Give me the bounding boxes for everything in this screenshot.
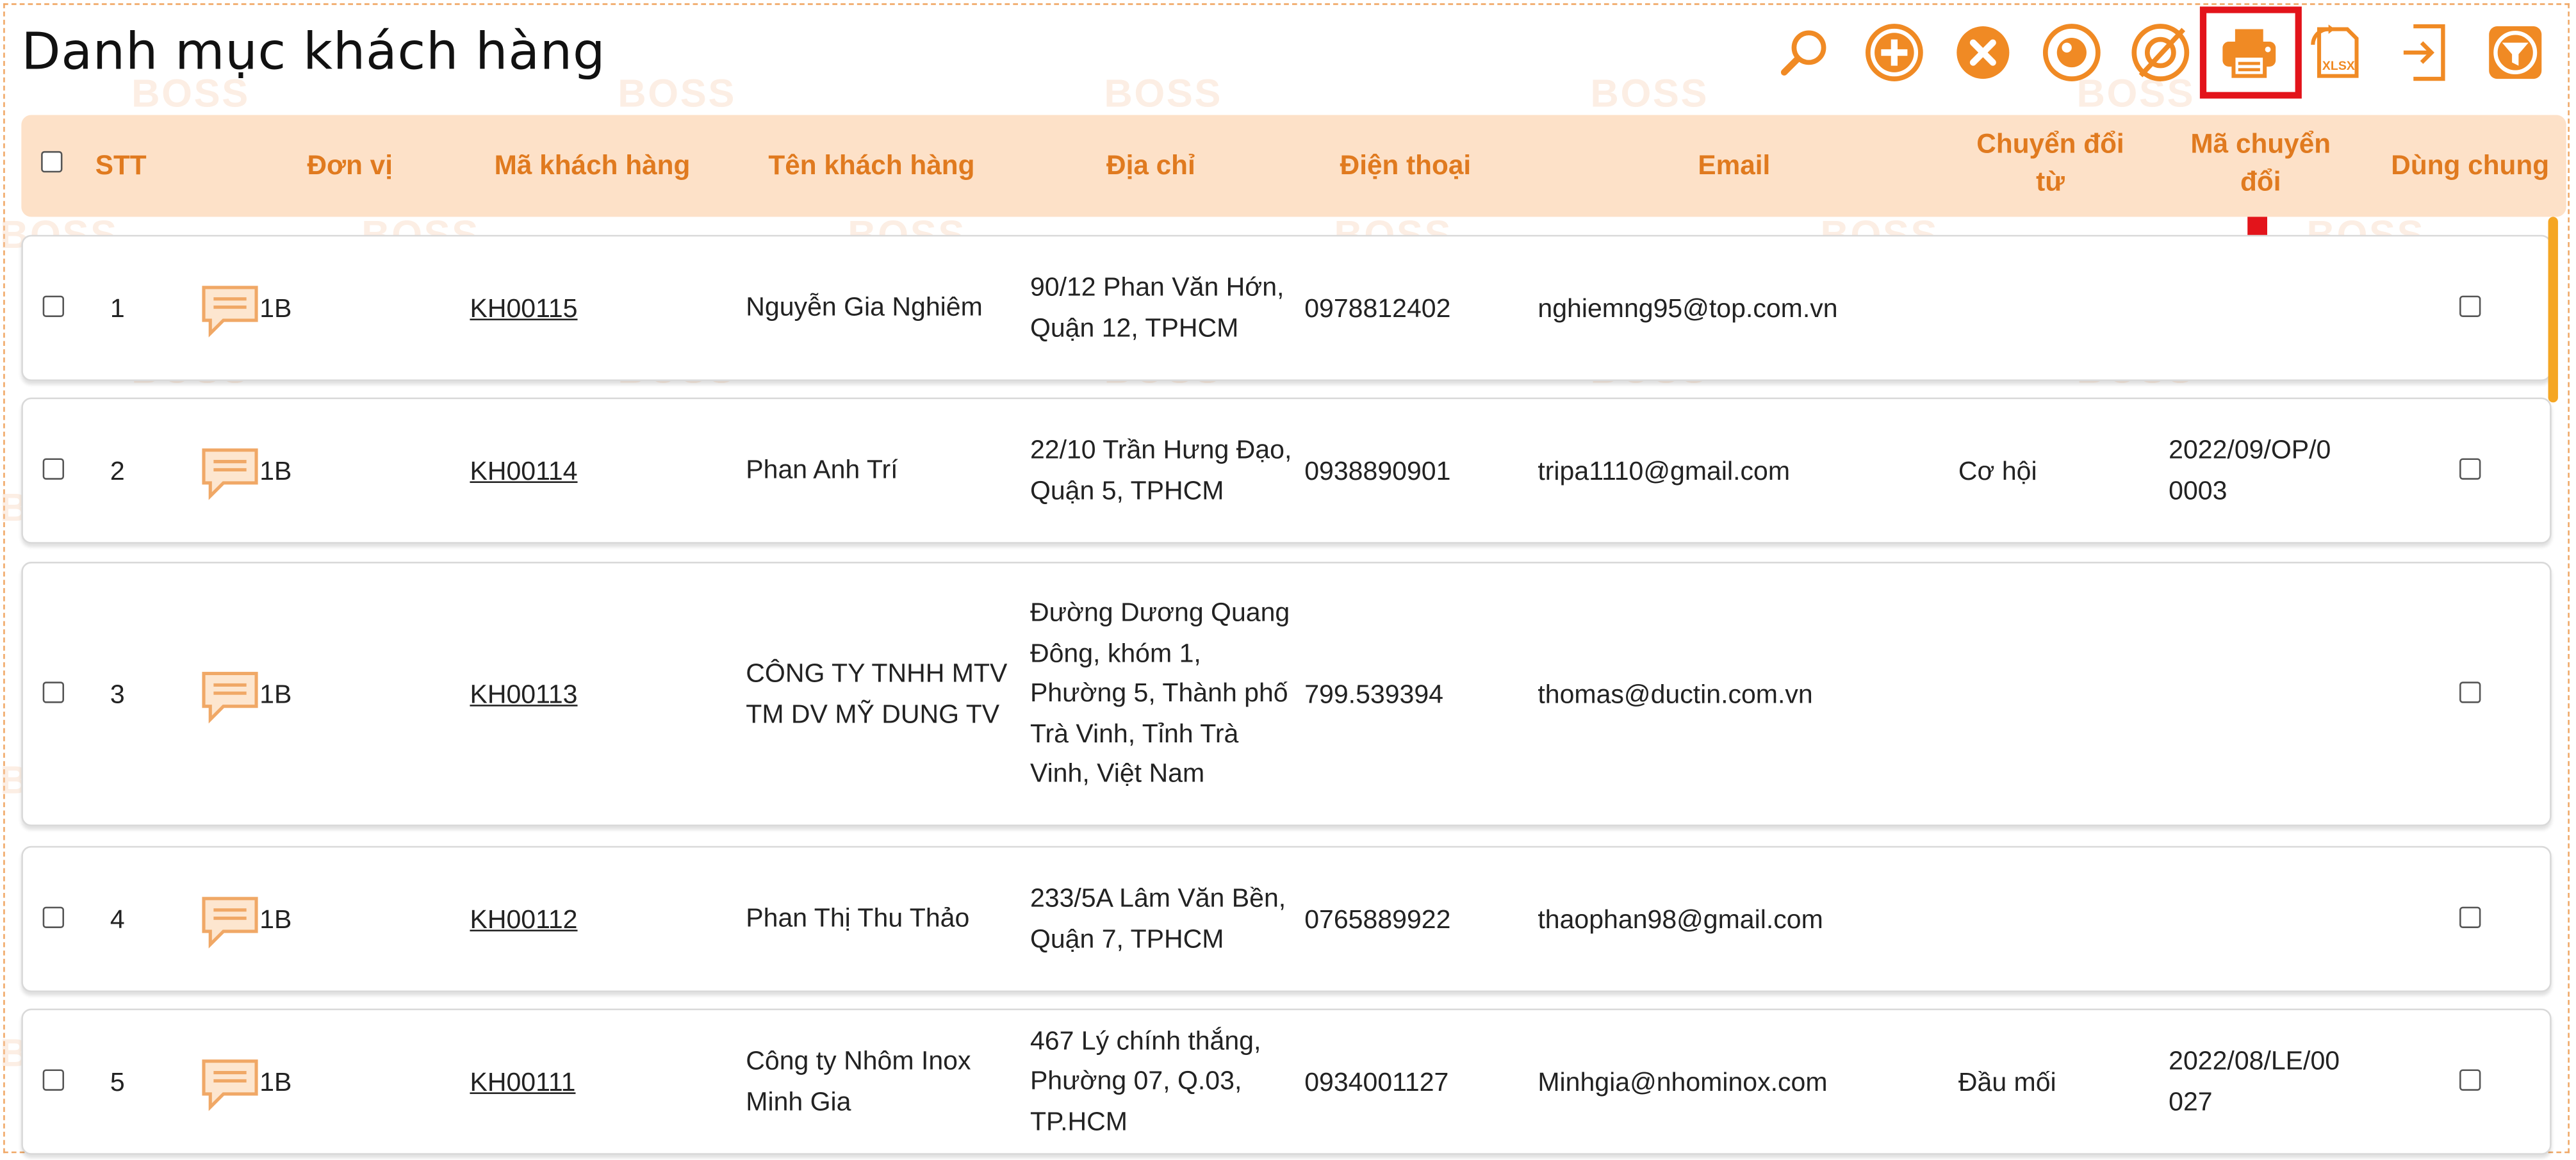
row-phone: 0765889922 — [1304, 906, 1451, 934]
header-customer-name: Tên khách hàng — [768, 151, 975, 181]
row-email: nghiemng95@top.com.vn — [1538, 295, 1838, 323]
row-address: 22/10 Trần Hưng Đạo, Quận 5, TPHCM — [1030, 437, 1292, 505]
print-highlight-box — [2199, 6, 2302, 99]
row-shared-checkbox[interactable] — [2459, 457, 2481, 479]
row-customer-code-link[interactable]: KH00111 — [470, 1064, 575, 1104]
view-button[interactable] — [2040, 21, 2103, 83]
vertical-scrollbar[interactable] — [2548, 216, 2558, 403]
row-stt: 4 — [110, 906, 125, 934]
row-customer-name: Phan Thị Thu Thảo — [746, 905, 970, 934]
comment-icon[interactable] — [199, 893, 261, 949]
table-row[interactable]: 1 1B KH00115 Nguyễn Gia Nghiêm 90/12 Pha… — [21, 234, 2552, 381]
row-customer-code-link[interactable]: KH00112 — [470, 901, 577, 942]
comment-icon[interactable] — [199, 282, 261, 338]
row-unit: 1B — [259, 1068, 292, 1097]
row-conversion-code: 2022/09/OP/00003 — [2169, 437, 2331, 505]
comment-icon[interactable] — [199, 1056, 261, 1111]
table-row[interactable]: 3 1B KH00113 CÔNG TY TNHH MTV TM DV MỸ D… — [21, 562, 2552, 826]
row-unit: 1B — [259, 680, 292, 709]
delete-icon — [1957, 26, 2010, 79]
row-address: 233/5A Lâm Văn Bền, Quận 7, TPHCM — [1030, 885, 1286, 954]
row-checkbox[interactable] — [42, 295, 65, 316]
row-checkbox[interactable] — [42, 1068, 65, 1090]
row-customer-name: Nguyễn Gia Nghiêm — [746, 294, 983, 323]
header-unit: Đơn vị — [307, 151, 393, 181]
header-stt: STT — [95, 151, 147, 181]
view-icon — [2042, 24, 2101, 81]
row-unit: 1B — [259, 457, 292, 486]
row-address: Đường Dương Quang Đông, khóm 1, Phường 5… — [1030, 600, 1290, 789]
row-customer-code-link[interactable]: KH00113 — [470, 676, 577, 716]
row-customer-name: CÔNG TY TNHH MTV TM DV MỸ DUNG TV — [746, 660, 1008, 729]
row-address: 90/12 Phan Văn Hớn, Quận 12, TPHCM — [1030, 274, 1284, 343]
add-icon — [1865, 24, 1923, 81]
hide-button[interactable] — [2129, 21, 2192, 83]
search-icon — [1780, 30, 1826, 76]
header-phone: Điện thoại — [1340, 151, 1472, 181]
search-button[interactable] — [1775, 21, 1837, 83]
row-converted-from: Đầu mối — [1958, 1068, 2056, 1097]
hide-icon — [2131, 24, 2190, 81]
row-email: thaophan98@gmail.com — [1538, 906, 1823, 934]
header-email: Email — [1698, 151, 1771, 181]
import-button[interactable] — [2395, 21, 2457, 83]
row-stt: 1 — [110, 295, 125, 323]
row-converted-from: Cơ hội — [1958, 457, 2037, 486]
row-shared-checkbox[interactable] — [2459, 680, 2481, 703]
row-conversion-code: 2022/08/LE/00027 — [2169, 1048, 2340, 1116]
row-address: 467 Lý chính thắng, Phường 07, Q.03, TP.… — [1030, 1027, 1261, 1136]
header-address: Địa chỉ — [1106, 151, 1195, 181]
header-customer-code: Mã khách hàng — [494, 151, 691, 181]
row-checkbox[interactable] — [42, 457, 65, 479]
row-customer-name: Phan Anh Trí — [746, 457, 898, 486]
row-phone: 0978812402 — [1304, 295, 1451, 323]
export-xlsx-icon: XLSX — [2311, 24, 2359, 78]
header-shared: Dùng chung — [2391, 151, 2550, 181]
select-all-checkbox[interactable] — [41, 151, 63, 173]
row-customer-code-link[interactable]: KH00115 — [470, 290, 577, 331]
svg-text:XLSX: XLSX — [2322, 59, 2355, 73]
row-shared-checkbox[interactable] — [2459, 906, 2481, 927]
row-email: thomas@ductin.com.vn — [1538, 680, 1813, 709]
table-row[interactable]: 5 1B KH00111 Công ty Nhôm Inox Minh Gia … — [21, 1008, 2552, 1155]
add-button[interactable] — [1863, 21, 1925, 83]
table-row[interactable]: 2 1B KH00114 Phan Anh Trí 22/10 Trần Hưn… — [21, 397, 2552, 544]
row-shared-checkbox[interactable] — [2459, 1068, 2481, 1090]
row-phone: 0938890901 — [1304, 457, 1451, 486]
row-checkbox[interactable] — [42, 906, 65, 927]
filter-button[interactable] — [2484, 21, 2547, 83]
row-unit: 1B — [259, 906, 292, 934]
header-conversion-code: Mã chuyển đổi — [2190, 129, 2331, 197]
filter-icon — [2489, 26, 2542, 79]
row-shared-checkbox[interactable] — [2459, 295, 2481, 316]
comment-icon[interactable] — [199, 445, 261, 500]
delete-button[interactable] — [1952, 21, 2014, 83]
row-stt: 2 — [110, 457, 125, 486]
row-phone: 0934001127 — [1304, 1068, 1449, 1097]
row-phone: 799.539394 — [1304, 680, 1443, 709]
row-customer-name: Công ty Nhôm Inox Minh Gia — [746, 1048, 971, 1116]
row-stt: 5 — [110, 1068, 125, 1097]
table-row[interactable]: 4 1B KH00112 Phan Thị Thu Thảo 233/5A Lâ… — [21, 845, 2552, 992]
header-converted-from: Chuyển đổi từ — [1976, 129, 2124, 197]
row-customer-code-link[interactable]: KH00114 — [470, 453, 577, 493]
table-header: STT Đơn vị Mã khách hàng Tên khách hàng … — [21, 115, 2566, 217]
import-icon — [2403, 24, 2445, 81]
row-unit: 1B — [259, 295, 292, 323]
row-email: Minhgia@nhominox.com — [1538, 1068, 1828, 1097]
row-checkbox[interactable] — [42, 680, 65, 703]
row-email: tripa1110@gmail.com — [1538, 457, 1791, 486]
row-stt: 3 — [110, 680, 125, 709]
page-title: Danh mục khách hàng — [21, 22, 606, 83]
comment-icon[interactable] — [199, 667, 261, 723]
export-xlsx-button[interactable]: XLSX — [2307, 21, 2369, 83]
